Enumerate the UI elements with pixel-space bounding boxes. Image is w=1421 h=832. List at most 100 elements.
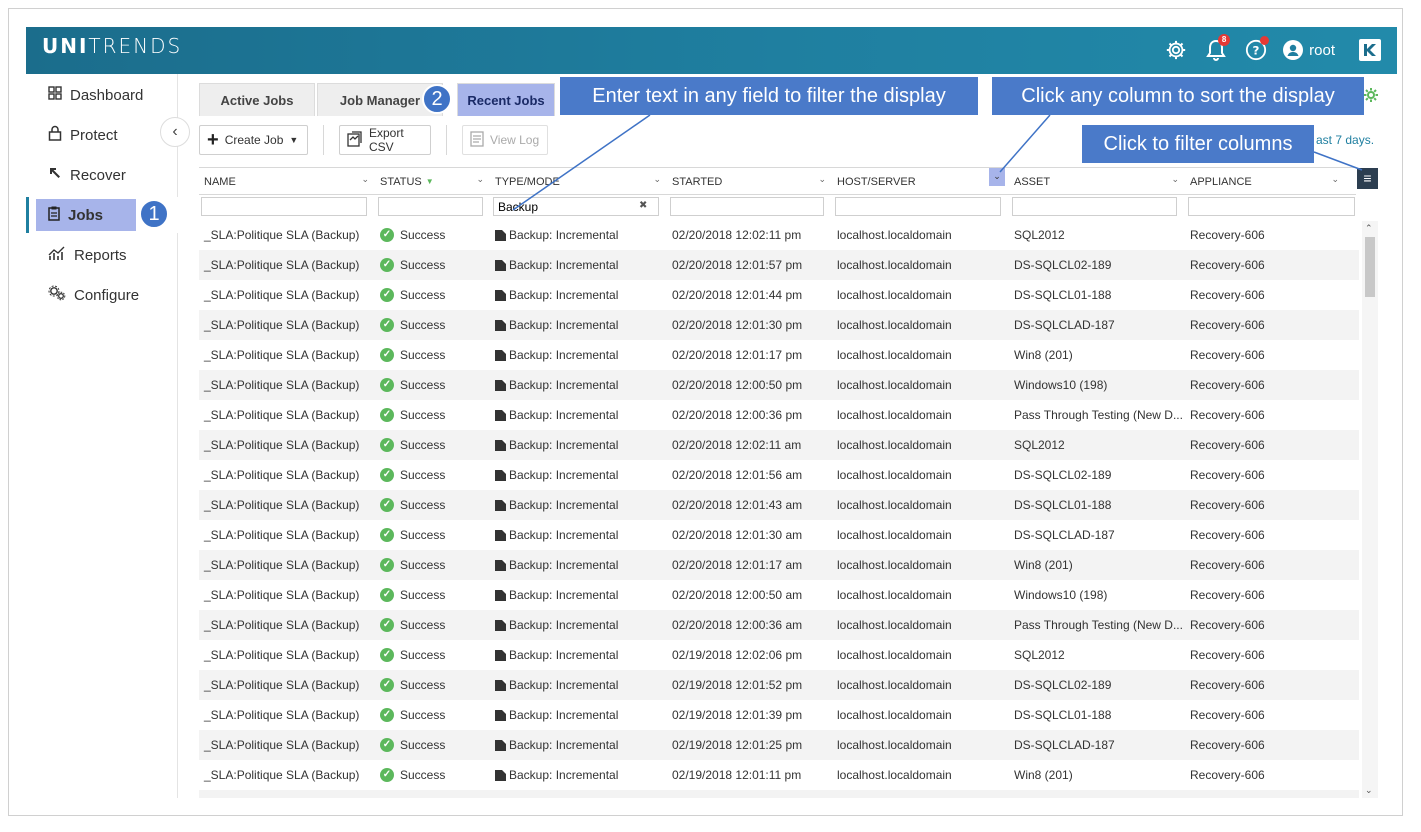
column-header-started[interactable]: STARTED ⌄ <box>667 168 832 195</box>
cell-text: _SLA:Politique SLA (Backup) <box>204 498 360 512</box>
scroll-down-icon[interactable]: ⌄ <box>1365 785 1373 796</box>
log-document-icon <box>470 130 484 150</box>
sidebar-item-reports[interactable]: Reports <box>26 237 178 273</box>
scrollbar-thumb[interactable] <box>1365 237 1375 297</box>
table-row[interactable]: _SLA:Politique SLA (Backup) ✓ Success Backu… <box>199 340 1359 370</box>
table-cell-started: 02/20/2018 12:01:56 am <box>667 460 832 490</box>
cell-text: _SLA:Politique SLA (Backup) <box>204 438 360 452</box>
filter-asset-input[interactable] <box>1012 197 1177 216</box>
table-cell-asset: Pass Through Testing (New D... <box>1009 610 1185 640</box>
table-row[interactable]: _SLA:Politique SLA (Backup) ✓ Success Backu… <box>199 460 1359 490</box>
table-cell-type-mode: Backup: Incremental <box>490 400 667 430</box>
help-icon[interactable]: ? <box>1243 36 1270 63</box>
cell-text: Recovery-606 <box>1190 768 1265 782</box>
success-check-icon: ✓ <box>380 468 394 482</box>
filter-status-input[interactable] <box>378 197 483 216</box>
clear-filter-x-icon[interactable]: ✖ <box>639 200 647 211</box>
table-row[interactable]: _SLA:Politique SLA (Backup) ✓ Success Backu… <box>199 700 1359 730</box>
filter-appliance-input[interactable] <box>1188 197 1355 216</box>
sidebar-nav: Dashboard Protect Recover Jobs Reports C… <box>26 74 178 798</box>
cell-text: _SLA:Politique SLA (Backup) <box>204 708 360 722</box>
cell-text: localhost.localdomain <box>837 408 952 422</box>
table-cell-name: _SLA:Politique SLA (Backup) <box>199 220 375 250</box>
table-cell-type-mode: Backup: Incremental <box>490 250 667 280</box>
filter-started-input[interactable] <box>670 197 824 216</box>
settings-gear-icon[interactable] <box>1163 37 1189 63</box>
table-row[interactable]: _SLA:Politique SLA (Backup) ✓ Success Backu… <box>199 490 1359 520</box>
column-header-appliance[interactable]: APPLIANCE ⌄ <box>1185 168 1345 195</box>
filter-host-server-input[interactable] <box>835 197 1001 216</box>
filter-name-input[interactable] <box>201 197 367 216</box>
column-header-status[interactable]: STATUS ▼ ⌄ <box>375 168 490 195</box>
cell-text: Recovery-606 <box>1190 378 1265 392</box>
table-row[interactable]: _SLA:Politique SLA (Backup) ✓ Success Backu… <box>199 370 1359 400</box>
plus-icon: + <box>207 129 219 151</box>
table-row[interactable]: _SLA:Politique SLA (Backup) ✓ Success Backu… <box>199 310 1359 340</box>
table-cell-appliance: Recovery-606 <box>1185 580 1355 610</box>
column-chooser-menu-icon[interactable]: ≡ <box>1357 168 1378 189</box>
table-row[interactable]: _SLA:Politique SLA (Backup) ✓ Success Backu… <box>199 220 1359 250</box>
sidebar-item-configure[interactable]: Configure <box>26 277 178 313</box>
user-menu[interactable]: root <box>1283 40 1335 60</box>
vertical-scrollbar[interactable]: ⌃ ⌄ <box>1362 221 1378 798</box>
table-row[interactable]: _SLA:Politique SLA (Backup) ✓ Success Backu… <box>199 580 1359 610</box>
table-cell-type-mode: Backup: Incremental <box>490 310 667 340</box>
grid-settings-gear-icon[interactable] <box>1362 86 1380 104</box>
table-row[interactable]: _SLA:Politique SLA (Backup) ✓ Success Backu… <box>199 670 1359 700</box>
cell-text: 02/20/2018 12:01:30 pm <box>672 318 803 332</box>
column-header-asset[interactable]: ASSET ⌄ <box>1009 168 1185 195</box>
table-cell-started: 02/20/2018 12:00:50 am <box>667 580 832 610</box>
view-log-button[interactable]: View Log <box>462 125 548 155</box>
cell-text: Backup: Incremental <box>509 768 619 782</box>
table-cell-host-server: localhost.localdomain <box>832 310 1009 340</box>
column-menu-chevron-icon[interactable]: ⌄ <box>989 168 1005 186</box>
table-cell-type-mode: Backup: Incremental <box>490 460 667 490</box>
table-cell-name: _SLA:Politique SLA (Backup) <box>199 730 375 760</box>
chevron-down-icon: ⌄ <box>1171 174 1179 184</box>
table-cell-started: 02/19/2018 12:01:25 pm <box>667 730 832 760</box>
table-cell-appliance: Recovery-606 <box>1185 460 1355 490</box>
table-row[interactable]: _SLA:Politique SLA (Backup) ✓ Success Backu… <box>199 520 1359 550</box>
help-alert-dot <box>1260 36 1270 45</box>
export-csv-button[interactable]: Export CSV <box>339 125 431 155</box>
cell-text: DS-SQLCL02-189 <box>1014 678 1112 692</box>
date-range-link[interactable]: ast 7 days. <box>1316 133 1374 147</box>
table-row[interactable]: _SLA:Politique SLA (Backup) ✓ Success Backu… <box>199 730 1359 760</box>
table-row[interactable]: _SLA:Politique SLA (Backup) ✓ Success Backu… <box>199 250 1359 280</box>
sidebar-item-dashboard[interactable]: Dashboard <box>26 77 178 113</box>
column-header-host-server[interactable]: HOST/SERVER <box>832 168 1009 195</box>
tab-recent-jobs[interactable]: Recent Jobs <box>457 83 555 116</box>
collapse-sidebar-button[interactable]: ‹ <box>160 117 190 147</box>
scroll-up-icon[interactable]: ⌃ <box>1365 223 1373 234</box>
table-cell-status: ✓ Success <box>375 610 490 640</box>
filter-type-mode-input[interactable] <box>493 197 659 216</box>
tab-active-jobs[interactable]: Active Jobs <box>199 83 315 116</box>
notifications-bell-icon[interactable]: 8 <box>1203 34 1231 63</box>
filter-row: ✖ <box>199 195 1359 221</box>
table-cell-status: ✓ Success <box>375 520 490 550</box>
unitrends-logo[interactable]: UNITRENDS <box>42 34 182 58</box>
table-row-partial[interactable] <box>199 790 1359 798</box>
table-cell-status: ✓ Success <box>375 640 490 670</box>
sidebar-item-recover[interactable]: Recover <box>26 157 178 193</box>
cell-text: Backup: Incremental <box>509 468 619 482</box>
success-check-icon: ✓ <box>380 528 394 542</box>
table-row[interactable]: _SLA:Politique SLA (Backup) ✓ Success Backu… <box>199 640 1359 670</box>
cell-text: _SLA:Politique SLA (Backup) <box>204 588 360 602</box>
create-job-button[interactable]: + Create Job ▼ <box>199 125 308 155</box>
column-header-type-mode[interactable]: TYPE/MODE ⌄ <box>490 168 667 195</box>
table-row[interactable]: _SLA:Politique SLA (Backup) ✓ Success Backu… <box>199 760 1359 790</box>
kaseya-k-icon[interactable] <box>1359 39 1381 61</box>
table-row[interactable]: _SLA:Politique SLA (Backup) ✓ Success Backu… <box>199 610 1359 640</box>
table-row[interactable]: _SLA:Politique SLA (Backup) ✓ Success Backu… <box>199 280 1359 310</box>
table-row[interactable]: _SLA:Politique SLA (Backup) ✓ Success Backu… <box>199 400 1359 430</box>
table-row[interactable]: _SLA:Politique SLA (Backup) ✓ Success Backu… <box>199 550 1359 580</box>
grid-header: NAME ⌄ STATUS ▼ ⌄ TYPE/MODE ⌄ STARTED ⌄ HOST/… <box>199 167 1356 195</box>
column-header-name[interactable]: NAME ⌄ <box>199 168 375 195</box>
cell-text: 02/20/2018 12:01:17 pm <box>672 348 803 362</box>
table-row[interactable]: _SLA:Politique SLA (Backup) ✓ Success Backu… <box>199 430 1359 460</box>
backup-type-icon <box>495 319 506 331</box>
table-cell-name: _SLA:Politique SLA (Backup) <box>199 340 375 370</box>
sidebar-item-protect[interactable]: Protect <box>26 117 178 153</box>
table-cell-status: ✓ Success <box>375 370 490 400</box>
